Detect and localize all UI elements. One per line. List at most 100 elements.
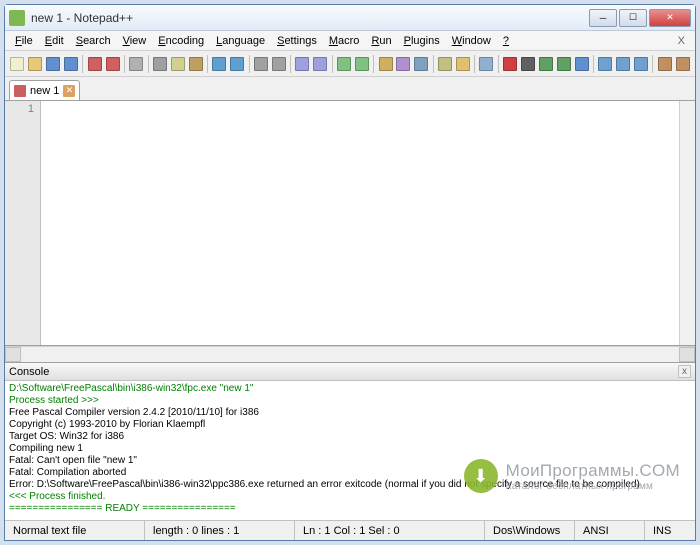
indent-guide-icon bbox=[414, 57, 428, 71]
close-all-button[interactable] bbox=[104, 54, 121, 74]
console-line: Fatal: Can't open file "new 1" bbox=[9, 455, 691, 467]
menu-file[interactable]: File bbox=[9, 33, 39, 49]
play-multi-button[interactable] bbox=[555, 54, 572, 74]
menubar-x-button[interactable]: X bbox=[672, 35, 691, 47]
menu-settings[interactable]: Settings bbox=[271, 33, 323, 49]
toolbar-separator bbox=[82, 55, 83, 73]
console-line: Copyright (c) 1993-2010 by Florian Klaem… bbox=[9, 419, 691, 431]
close-button[interactable]: ✕ bbox=[649, 9, 691, 27]
scroll-left-button[interactable] bbox=[5, 347, 21, 362]
open-file-button[interactable] bbox=[27, 54, 44, 74]
close-button[interactable] bbox=[86, 54, 103, 74]
console-line: Error: D:\Software\FreePascal\bin\i386-w… bbox=[9, 479, 691, 491]
status-position: Ln : 1 Col : 1 Sel : 0 bbox=[295, 521, 485, 540]
copy-button[interactable] bbox=[169, 54, 186, 74]
menu-help[interactable]: ? bbox=[497, 33, 515, 49]
panel-1-icon bbox=[658, 57, 672, 71]
save-button[interactable] bbox=[45, 54, 62, 74]
redo-button[interactable] bbox=[229, 54, 246, 74]
toggle-1-icon bbox=[598, 57, 612, 71]
menu-window[interactable]: Window bbox=[446, 33, 497, 49]
minimize-button[interactable]: ─ bbox=[589, 9, 617, 27]
editor-scrollbar-horizontal[interactable] bbox=[5, 346, 695, 362]
play-icon bbox=[539, 57, 553, 71]
save-all-button[interactable] bbox=[63, 54, 80, 74]
show-all-button[interactable] bbox=[395, 54, 412, 74]
new-file-icon bbox=[10, 57, 24, 71]
maximize-button[interactable]: ☐ bbox=[619, 9, 647, 27]
menu-search[interactable]: Search bbox=[70, 33, 117, 49]
copy-icon bbox=[171, 57, 185, 71]
save-all-icon bbox=[64, 57, 78, 71]
panel-2-button[interactable] bbox=[674, 54, 691, 74]
play-button[interactable] bbox=[537, 54, 554, 74]
find-icon bbox=[254, 57, 268, 71]
undo-button[interactable] bbox=[211, 54, 228, 74]
print-button[interactable] bbox=[128, 54, 145, 74]
line-gutter: 1 bbox=[5, 101, 41, 345]
menu-encoding[interactable]: Encoding bbox=[152, 33, 210, 49]
record-button[interactable] bbox=[502, 54, 519, 74]
panel-1-button[interactable] bbox=[656, 54, 673, 74]
console-output[interactable]: D:\Software\FreePascal\bin\i386-win32\fp… bbox=[5, 381, 695, 520]
zoom-in-button[interactable] bbox=[294, 54, 311, 74]
toolbar-separator bbox=[498, 55, 499, 73]
func-list-button[interactable] bbox=[478, 54, 495, 74]
menu-macro[interactable]: Macro bbox=[323, 33, 366, 49]
menu-run[interactable]: Run bbox=[365, 33, 397, 49]
lang-button[interactable] bbox=[437, 54, 454, 74]
toolbar-separator bbox=[332, 55, 333, 73]
folder-button[interactable] bbox=[454, 54, 471, 74]
gutter-line-1: 1 bbox=[5, 103, 34, 115]
menu-language[interactable]: Language bbox=[210, 33, 271, 49]
stop-button[interactable] bbox=[520, 54, 537, 74]
replace-icon bbox=[272, 57, 286, 71]
wrap-button[interactable] bbox=[377, 54, 394, 74]
console-close-icon[interactable]: x bbox=[678, 365, 691, 378]
editor-scrollbar-vertical[interactable] bbox=[679, 101, 695, 345]
sync-v-button[interactable] bbox=[336, 54, 353, 74]
cut-button[interactable] bbox=[152, 54, 169, 74]
scroll-right-button[interactable] bbox=[679, 347, 695, 362]
toolbar-separator bbox=[148, 55, 149, 73]
replace-button[interactable] bbox=[270, 54, 287, 74]
new-file-button[interactable] bbox=[9, 54, 26, 74]
window-controls: ─ ☐ ✕ bbox=[589, 9, 691, 27]
titlebar[interactable]: new 1 - Notepad++ ─ ☐ ✕ bbox=[5, 5, 695, 31]
app-window: new 1 - Notepad++ ─ ☐ ✕ FileEditSearchVi… bbox=[4, 4, 696, 541]
paste-button[interactable] bbox=[187, 54, 204, 74]
console-line: <<< Process finished. bbox=[9, 491, 691, 503]
console-header[interactable]: Console x bbox=[5, 363, 695, 381]
tab-close-icon[interactable]: ✕ bbox=[63, 85, 75, 97]
undo-icon bbox=[212, 57, 226, 71]
menu-edit[interactable]: Edit bbox=[39, 33, 70, 49]
text-editor[interactable] bbox=[41, 101, 679, 345]
stop-icon bbox=[521, 57, 535, 71]
lang-icon bbox=[438, 57, 452, 71]
sync-h-icon bbox=[355, 57, 369, 71]
toggle-2-button[interactable] bbox=[615, 54, 632, 74]
sync-h-button[interactable] bbox=[353, 54, 370, 74]
status-insert-mode: INS bbox=[645, 521, 695, 540]
menu-plugins[interactable]: Plugins bbox=[398, 33, 446, 49]
console-line: Free Pascal Compiler version 2.4.2 [2010… bbox=[9, 407, 691, 419]
toggle-1-button[interactable] bbox=[597, 54, 614, 74]
toolbar-separator bbox=[290, 55, 291, 73]
console-title: Console bbox=[9, 366, 49, 378]
status-filetype: Normal text file bbox=[5, 521, 145, 540]
tab-new1[interactable]: new 1 ✕ bbox=[9, 80, 80, 100]
indent-guide-button[interactable] bbox=[413, 54, 430, 74]
status-eol: Dos\Windows bbox=[485, 521, 575, 540]
console-line: ================ READY ================ bbox=[9, 503, 691, 515]
zoom-out-button[interactable] bbox=[312, 54, 329, 74]
save-macro-button[interactable] bbox=[573, 54, 590, 74]
scroll-track[interactable] bbox=[21, 347, 679, 362]
paste-icon bbox=[189, 57, 203, 71]
redo-icon bbox=[230, 57, 244, 71]
find-button[interactable] bbox=[252, 54, 269, 74]
toggle-2-icon bbox=[616, 57, 630, 71]
tabbar: new 1 ✕ bbox=[5, 77, 695, 101]
toggle-3-button[interactable] bbox=[633, 54, 650, 74]
toolbar-separator bbox=[593, 55, 594, 73]
menu-view[interactable]: View bbox=[117, 33, 153, 49]
